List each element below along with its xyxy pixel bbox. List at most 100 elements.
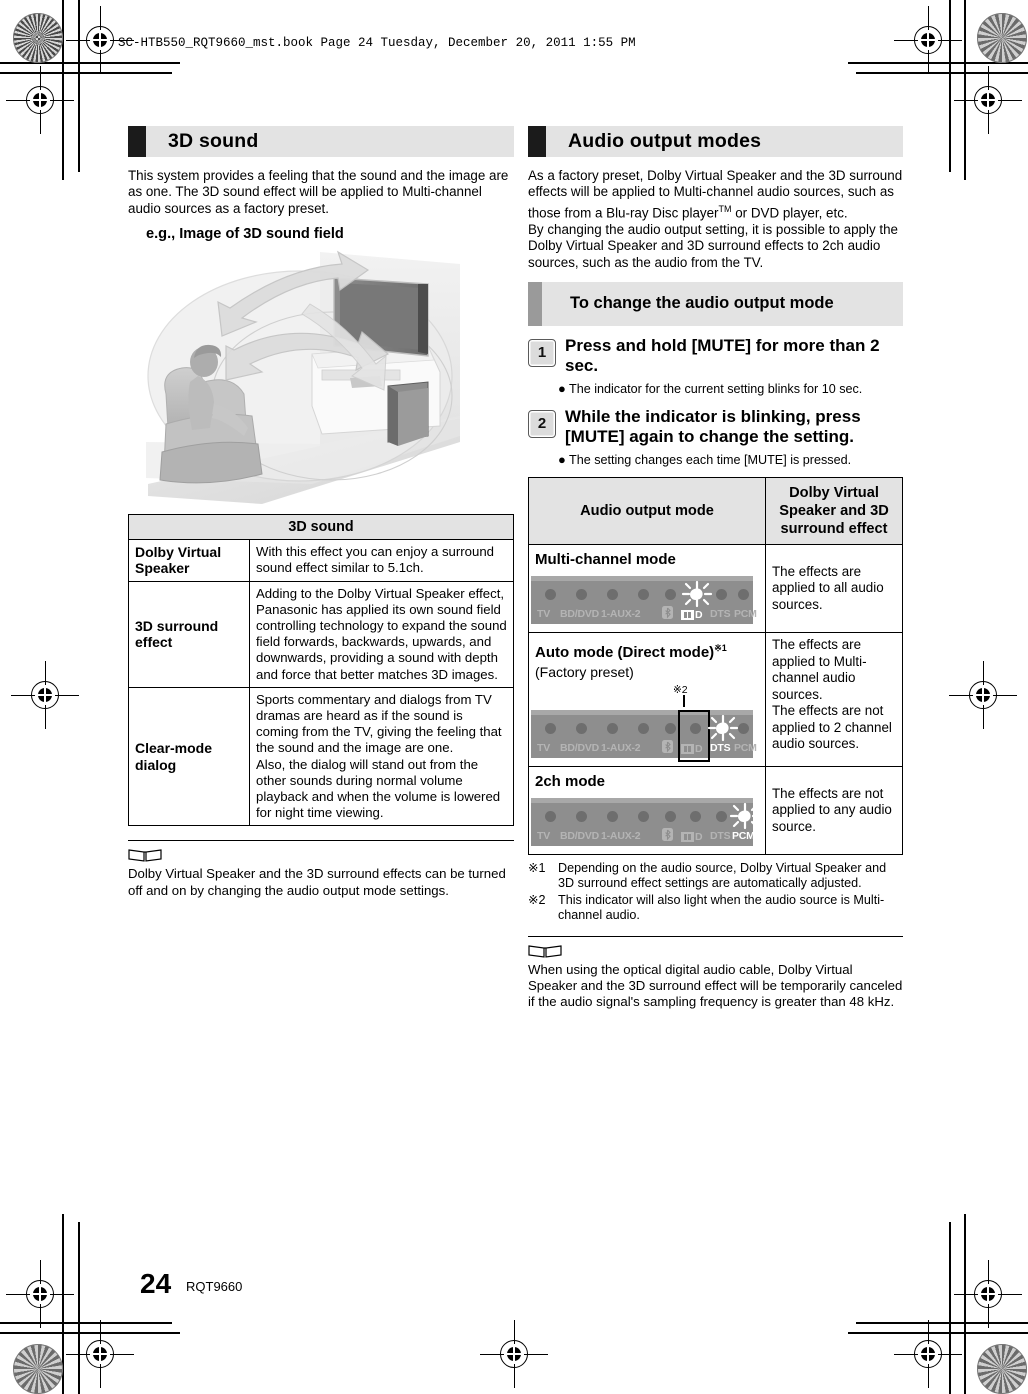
table-row-multi-channel-mode: Multi-channel mode TV BD/DVD 1-AUX-2 D D… (528, 543, 903, 633)
panel-label-bd-dvd: BD/DVD (560, 607, 600, 620)
table-audio-output-modes: Audio output mode Dolby Virtual Speaker … (528, 476, 903, 855)
trademark-superscript: TM (718, 203, 732, 214)
crop-line (856, 72, 1028, 74)
intro-text-b: or DVD player, etc. (731, 205, 848, 221)
indicator-dot-tv (545, 588, 556, 600)
indicator-dot-aux1 (607, 810, 618, 822)
panel-label-aux: 1-AUX-2 (601, 607, 641, 620)
indicator-dot-bluetooth (665, 588, 676, 600)
table-row: Dolby Virtual Speaker With this effect y… (128, 539, 514, 582)
indicator-dot-tv (545, 810, 556, 822)
panel-label-dts: DTS (710, 607, 731, 620)
crop-line (949, 1222, 951, 1394)
mode-cell-2ch: 2ch mode TV BD/DVD 1-AUX-2 D DTS PCM (528, 765, 766, 855)
panel-label-dolby-digital: D (681, 607, 703, 624)
subsection-header-change-audio-output-mode: To change the audio output mode (528, 281, 903, 326)
mode-name: Multi-channel mode (535, 550, 676, 568)
panel-label-bluetooth-icon (662, 739, 673, 758)
mode-name: Auto mode (Direct mode)※1 (531, 637, 763, 664)
mode-cell-auto-mode: Auto mode (Direct mode)※1 (Factory prese… (528, 631, 766, 767)
crop-line (62, 0, 64, 180)
step-2: 2 While the indicator is blinking, press… (528, 407, 903, 448)
panel-labels: TV BD/DVD 1-AUX-2 D DTS PCM (531, 827, 755, 848)
footnote-1: ※1 Depending on the audio source, Dolby … (528, 861, 903, 892)
bullet-text: The indicator for the current setting bl… (569, 381, 863, 396)
mode-name-footnote-mark: ※1 (714, 642, 727, 653)
step-number-badge: 1 (528, 338, 556, 367)
panel-labels: TV BD/DVD 1-AUX-2 D DTS PCM (531, 739, 757, 760)
registration-mark (954, 66, 1022, 134)
left-note-text: Dolby Virtual Speaker and the 3D surroun… (128, 866, 506, 898)
panel-label-aux: 1-AUX-2 (601, 741, 641, 754)
indicator-dot-aux1 (607, 588, 618, 600)
mode-cell-multi-channel: Multi-channel mode TV BD/DVD 1-AUX-2 D D… (528, 543, 766, 633)
step-number-badge: 2 (528, 409, 556, 438)
panel-label-dts: DTS (710, 829, 731, 842)
panel-label-dolby-digital: D (681, 741, 703, 758)
crop-line (964, 0, 966, 180)
color-registration-target (13, 1344, 63, 1394)
crop-line (0, 62, 180, 64)
indicator-dot-dolby-digital (690, 810, 701, 822)
document-code: RQT9660 (186, 1279, 243, 1294)
note-divider (528, 935, 903, 937)
table-header-3d-sound: 3D sound (128, 514, 514, 541)
3d-sound-field-illustration (142, 246, 502, 508)
registration-mark (894, 1320, 962, 1388)
registration-mark (66, 1320, 134, 1388)
crop-line (0, 72, 172, 74)
panel-labels: TV BD/DVD 1-AUX-2 D DTS PCM (531, 605, 757, 626)
step-2-bullet: ● The setting changes each time [MUTE] i… (558, 452, 903, 468)
panel-label-bluetooth-icon (662, 605, 673, 624)
table-header-row: 3D sound (128, 514, 514, 541)
indicator-dot-bd-dvd (576, 810, 587, 822)
crop-line (949, 0, 951, 172)
registration-mark (6, 1260, 74, 1328)
color-registration-target (977, 1344, 1027, 1394)
indicator-dot-bd-dvd (576, 588, 587, 600)
panel-label-tv: TV (537, 607, 551, 620)
step-1: 1 Press and hold [MUTE] for more than 2 … (528, 336, 903, 377)
panel-label-pcm: PCM (734, 607, 757, 620)
row-desc-dolby-virtual-speaker: With this effect you can enjoy a surroun… (249, 539, 514, 582)
table-row-2ch-mode: 2ch mode TV BD/DVD 1-AUX-2 D DTS PCM The… (528, 765, 903, 855)
registration-mark (66, 6, 134, 74)
indicator-dot-aux1 (607, 722, 618, 734)
indicator-dot-bluetooth (665, 810, 676, 822)
book-note-icon (528, 944, 562, 958)
indicator-dot-dts (716, 810, 727, 822)
step-text: Press and hold [MUTE] for more than 2 se… (565, 335, 880, 376)
blinking-glow-icon (706, 714, 739, 742)
panel-label-tv: TV (537, 829, 551, 842)
section-tab-marker (128, 126, 146, 157)
indicator-dot-dts (716, 588, 727, 600)
front-panel-display-multi-channel: TV BD/DVD 1-AUX-2 D DTS PCM (531, 575, 757, 626)
registration-mark (11, 661, 79, 729)
page-number: 24 (140, 1268, 172, 1299)
footnote-mark: ※2 (528, 892, 546, 907)
section-header-3d-sound: 3D sound (128, 126, 514, 157)
indicator-dot-bluetooth (665, 722, 676, 734)
effect-cell-2ch: The effects are not applied to any audio… (765, 765, 903, 855)
indicator-dot-tv (545, 722, 556, 734)
crop-line (964, 1214, 966, 1394)
registration-mark (480, 1320, 548, 1388)
panel-label-pcm: PCM (734, 741, 757, 754)
book-note-icon (128, 848, 162, 863)
step-text: While the indicator is blinking, press [… (565, 406, 861, 447)
blinking-glow-icon (728, 802, 761, 830)
registration-mark (954, 1260, 1022, 1328)
panel-label-bd-dvd: BD/DVD (560, 829, 600, 842)
panel-label-dolby-digital: D (681, 829, 703, 846)
section-title: Audio output modes (568, 130, 762, 152)
section-title: 3D sound (168, 130, 259, 152)
row-key-dolby-virtual-speaker: Dolby Virtual Speaker (128, 539, 250, 582)
panel-label-aux: 1-AUX-2 (601, 829, 641, 842)
registration-mark (949, 661, 1017, 729)
illustration-svg (146, 250, 460, 505)
subsection-title: To change the audio output mode (570, 294, 834, 313)
panel-indicator-dots (531, 585, 753, 604)
subsection-tab-marker (528, 281, 542, 326)
note-divider (128, 840, 514, 842)
crop-line (856, 1322, 1028, 1324)
